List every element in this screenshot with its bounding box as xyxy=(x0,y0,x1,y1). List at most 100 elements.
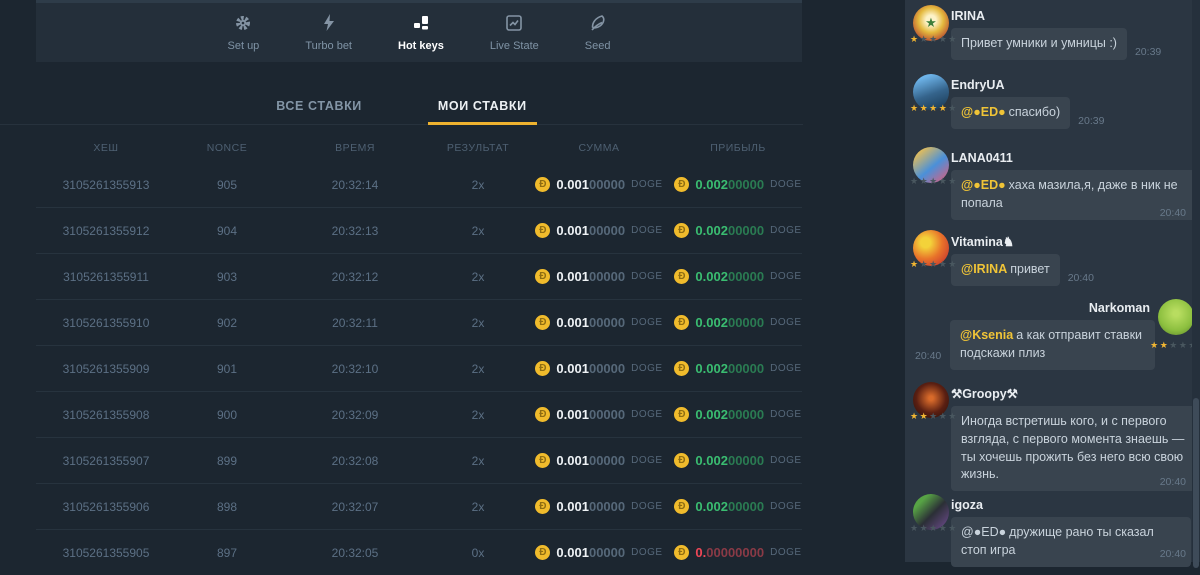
gear-icon xyxy=(233,13,253,36)
chat-message-own: ★★★★★ Narkoman @Kseniaа как отправит ста… xyxy=(905,295,1200,380)
bet-time: 20:32:11 xyxy=(278,316,432,330)
chat-message: ★ ★★★★★ IRINA Привет умники и умницы :) … xyxy=(905,3,1200,72)
chat-bubble: @●ED●спасибо) xyxy=(951,97,1070,129)
doge-coin-icon: Ð xyxy=(535,545,550,560)
bet-amount: Ð0.00100000DOGE xyxy=(524,407,674,422)
doge-coin-icon: Ð xyxy=(535,453,550,468)
bet-result: 2x xyxy=(432,408,524,422)
user-mention[interactable]: @●ED● xyxy=(961,105,1006,119)
game-settings-toolbar: Set up Turbo bet Hot keys Live State See… xyxy=(36,0,802,62)
chat-username: EndryUA xyxy=(951,72,1200,92)
chat-scrollbar-thumb[interactable] xyxy=(1193,398,1199,568)
user-mention[interactable]: @IRINA xyxy=(961,262,1007,276)
column-header-time: ВРЕМЯ xyxy=(278,142,432,154)
bet-profit: Ð0.00200000DOGE xyxy=(674,361,802,376)
bet-profit: Ð0.00000000DOGE xyxy=(674,545,802,560)
bet-amount: Ð0.00100000DOGE xyxy=(524,361,674,376)
column-header-profit: ПРИБЫЛЬ xyxy=(674,142,802,154)
user-rating: ★★★★★ xyxy=(910,103,958,114)
table-row[interactable]: 3105261355910 902 20:32:11 2x Ð0.0010000… xyxy=(36,299,802,345)
user-mention[interactable]: @●ED● xyxy=(961,525,1006,539)
chat-username: igoza xyxy=(951,492,1200,512)
table-row[interactable]: 3105261355908 900 20:32:09 2x Ð0.0010000… xyxy=(36,391,802,437)
table-row[interactable]: 3105261355907 899 20:32:08 2x Ð0.0010000… xyxy=(36,437,802,483)
doge-coin-icon: Ð xyxy=(674,361,689,376)
bet-profit: Ð0.00200000DOGE xyxy=(674,499,802,514)
bet-amount: Ð0.00100000DOGE xyxy=(524,223,674,238)
bet-profit: Ð0.00200000DOGE xyxy=(674,453,802,468)
table-row[interactable]: 3105261355906 898 20:32:07 2x Ð0.0010000… xyxy=(36,483,802,529)
table-row[interactable]: 3105261355912 904 20:32:13 2x Ð0.0010000… xyxy=(36,207,802,253)
chat-timestamp: 20:39 xyxy=(1078,115,1104,129)
chat-message: ★★★★★ ⚒Groopy⚒ Иногда встретишь кого, и … xyxy=(905,380,1200,492)
bets-tabs: ВСЕ СТАВКИ МОИ СТАВКИ xyxy=(0,88,803,125)
column-header-result: РЕЗУЛЬТАТ xyxy=(432,142,524,154)
bet-time: 20:32:07 xyxy=(278,500,432,514)
chat-bubble: @Kseniaа как отправит ставки подскажи пл… xyxy=(950,320,1155,370)
user-rating: ★★★★★ xyxy=(910,176,958,187)
bet-nonce: 901 xyxy=(176,362,278,376)
toolbar-item-hot-keys[interactable]: Hot keys xyxy=(390,3,452,62)
doge-coin-icon: Ð xyxy=(674,223,689,238)
user-rating: ★★★★★ xyxy=(910,523,958,534)
bet-time: 20:32:05 xyxy=(278,546,432,560)
chat-bubble: @IRINAпривет xyxy=(951,254,1060,286)
toolbar-item-turbo-bet[interactable]: Turbo bet xyxy=(297,3,360,62)
chat-username: LANA0411 xyxy=(951,145,1200,165)
toolbar-item-label: Hot keys xyxy=(398,40,444,52)
tab-all-bets[interactable]: ВСЕ СТАВКИ xyxy=(274,88,364,124)
bet-profit: Ð0.00200000DOGE xyxy=(674,269,802,284)
user-mention[interactable]: @●ED● xyxy=(961,178,1006,192)
bet-amount: Ð0.00100000DOGE xyxy=(524,177,674,192)
bet-hash: 3105261355912 xyxy=(36,224,176,238)
chat-message: ★★★★★ igoza @●ED●дружище рано ты сказал … xyxy=(905,492,1200,562)
doge-coin-icon: Ð xyxy=(535,407,550,422)
bet-nonce: 904 xyxy=(176,224,278,238)
bet-result: 2x xyxy=(432,500,524,514)
live-chart-icon xyxy=(504,13,524,36)
bet-amount: Ð0.00100000DOGE xyxy=(524,315,674,330)
table-row[interactable]: 3105261355911 903 20:32:12 2x Ð0.0010000… xyxy=(36,253,802,299)
bet-nonce: 902 xyxy=(176,316,278,330)
toolbar-item-set-up[interactable]: Set up xyxy=(220,3,268,62)
chat-username: IRINA xyxy=(951,3,1200,23)
chat-username: Narkoman xyxy=(905,295,1150,315)
table-row[interactable]: 3105261355913 905 20:32:14 2x Ð0.0010000… xyxy=(36,162,802,207)
chat-timestamp: 20:39 xyxy=(1135,46,1161,60)
toolbar-item-live-state[interactable]: Live State xyxy=(482,3,547,62)
toolbar-item-label: Seed xyxy=(585,40,611,52)
doge-coin-icon: Ð xyxy=(674,269,689,284)
column-header-amount: СУММА xyxy=(524,142,674,154)
bet-profit: Ð0.00200000DOGE xyxy=(674,223,802,238)
bet-profit: Ð0.00200000DOGE xyxy=(674,315,802,330)
doge-coin-icon: Ð xyxy=(674,315,689,330)
doge-coin-icon: Ð xyxy=(674,499,689,514)
doge-coin-icon: Ð xyxy=(674,453,689,468)
bet-time: 20:32:10 xyxy=(278,362,432,376)
chat-timestamp: 20:40 xyxy=(1160,207,1186,221)
chat-timestamp: 20:40 xyxy=(1160,476,1186,490)
bet-amount: Ð0.00100000DOGE xyxy=(524,499,674,514)
bet-time: 20:32:14 xyxy=(278,178,432,192)
bet-nonce: 905 xyxy=(176,178,278,192)
bet-result: 2x xyxy=(432,316,524,330)
bet-amount: Ð0.00100000DOGE xyxy=(524,269,674,284)
table-row[interactable]: 3105261355909 901 20:32:10 2x Ð0.0010000… xyxy=(36,345,802,391)
user-rating: ★★★★★ xyxy=(1150,340,1198,351)
bet-hash: 3105261355906 xyxy=(36,500,176,514)
bet-nonce: 897 xyxy=(176,546,278,560)
table-row[interactable]: 3105261355905 897 20:32:05 0x Ð0.0010000… xyxy=(36,529,802,575)
bet-result: 2x xyxy=(432,270,524,284)
avatar[interactable] xyxy=(1158,299,1194,335)
bet-amount: Ð0.00100000DOGE xyxy=(524,453,674,468)
bet-nonce: 900 xyxy=(176,408,278,422)
user-rating: ★★★★★ xyxy=(910,259,958,270)
toolbar-item-label: Set up xyxy=(228,40,260,52)
bet-hash: 3105261355909 xyxy=(36,362,176,376)
bet-result: 0x xyxy=(432,546,524,560)
bet-nonce: 903 xyxy=(176,270,278,284)
toolbar-item-label: Turbo bet xyxy=(305,40,352,52)
tab-my-bets[interactable]: МОИ СТАВКИ xyxy=(436,88,529,124)
user-mention[interactable]: @Ksenia xyxy=(960,328,1013,342)
toolbar-item-seed[interactable]: Seed xyxy=(577,3,619,62)
